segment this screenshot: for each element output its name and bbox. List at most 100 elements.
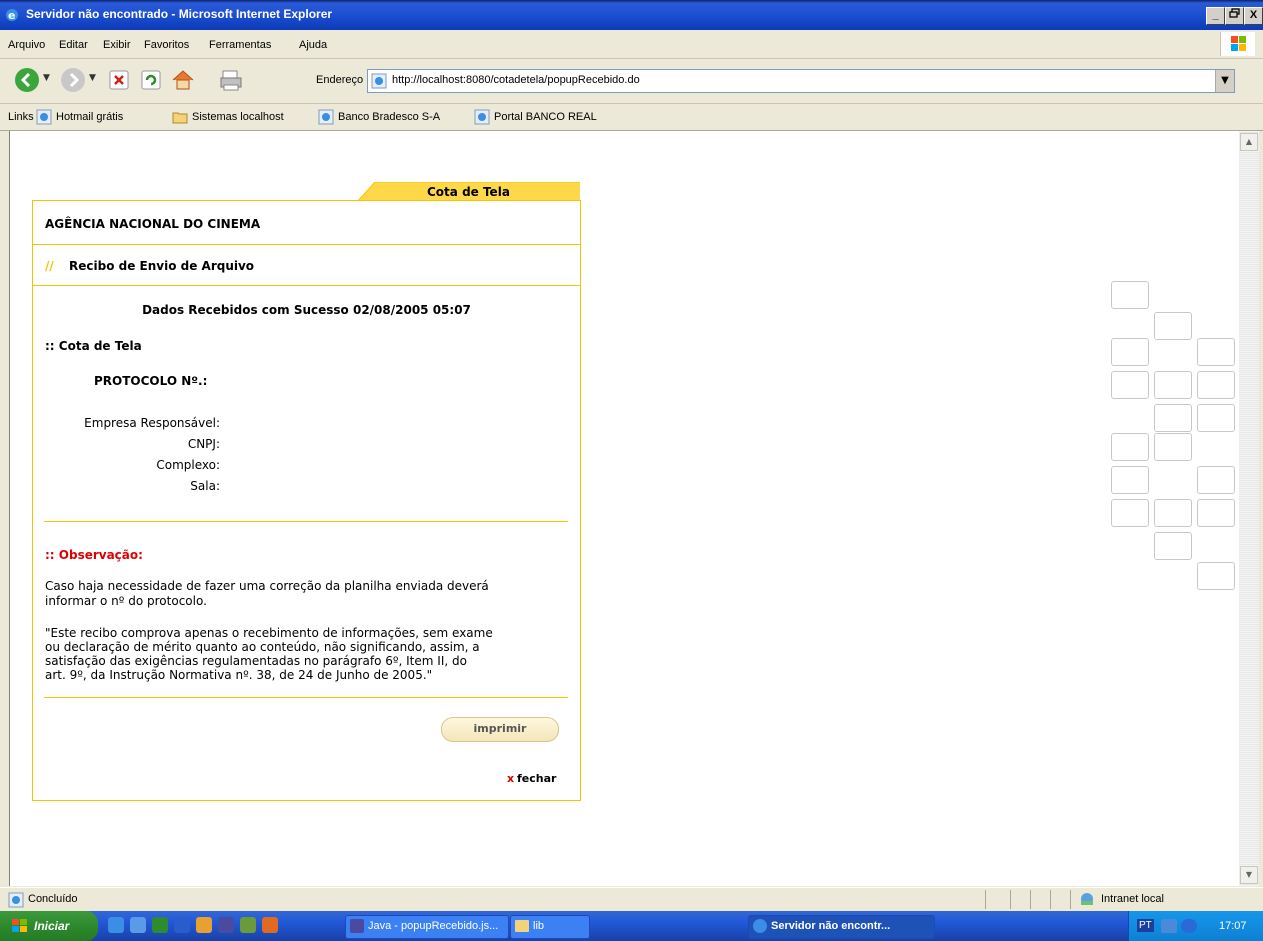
subsection-title: :: Cota de Tela: [45, 339, 142, 353]
intranet-globe-icon: [1081, 893, 1093, 905]
link-banco-bradesco[interactable]: Banco Bradesco S-A: [338, 111, 440, 123]
menu-editar[interactable]: Editar: [59, 39, 88, 51]
deco-square: [1197, 371, 1235, 399]
clock: 17:07: [1219, 920, 1247, 932]
stop-icon[interactable]: [106, 67, 132, 93]
links-label: Links: [8, 111, 34, 123]
menu-arquivo[interactable]: Arquivo: [8, 39, 45, 51]
forward-dropdown-icon[interactable]: ▼: [89, 73, 96, 83]
field-cnpj: CNPJ:: [187, 437, 220, 451]
address-label: Endereço: [316, 74, 364, 86]
link-sistemas-localhost[interactable]: Sistemas localhost: [192, 111, 284, 123]
status-separator: [1010, 890, 1011, 909]
section-slashes: //: [45, 259, 54, 273]
task-label: lib: [533, 920, 545, 932]
menu-ferramentas[interactable]: Ferramentas: [209, 39, 271, 51]
link-portal-banco-real[interactable]: Portal BANCO REAL: [494, 111, 597, 123]
task-lib-folder[interactable]: lib: [510, 915, 590, 939]
menu-exibir[interactable]: Exibir: [103, 39, 131, 51]
restore-icon: [1229, 8, 1240, 18]
quicklaunch-firefox-icon[interactable]: [262, 917, 278, 933]
field-complexo: Complexo:: [156, 458, 220, 472]
back-icon[interactable]: [14, 67, 40, 93]
status-text: Concluído: [28, 893, 78, 905]
observation-title: :: Observação:: [45, 548, 143, 562]
print-button[interactable]: imprimir: [441, 717, 559, 742]
start-button[interactable]: Iniciar: [0, 911, 98, 941]
deco-square: [1197, 499, 1235, 527]
quicklaunch-word-icon[interactable]: [174, 917, 190, 933]
divider: [44, 697, 568, 698]
back-dropdown-icon[interactable]: ▼: [43, 73, 50, 83]
start-label: Iniciar: [34, 919, 70, 933]
deco-square: [1197, 562, 1235, 590]
ie-page-icon: [36, 109, 52, 125]
folder-icon: [515, 920, 529, 932]
deco-square: [1154, 404, 1192, 432]
close-x-icon[interactable]: x: [507, 772, 514, 785]
quicklaunch-eclipse-icon[interactable]: [218, 917, 234, 933]
page-icon: [371, 73, 387, 89]
maximize-button[interactable]: [1225, 7, 1244, 25]
protocol-label: PROTOCOLO Nº.:: [94, 374, 208, 388]
deco-square: [1154, 499, 1192, 527]
scroll-down-icon[interactable]: ▼: [1240, 866, 1258, 884]
scroll-up-icon[interactable]: ▲: [1240, 133, 1258, 151]
home-icon[interactable]: [170, 67, 196, 93]
vertical-scrollbar[interactable]: ▲ ▼: [1239, 131, 1259, 886]
deco-square: [1111, 371, 1149, 399]
menu-ajuda[interactable]: Ajuda: [299, 39, 327, 51]
refresh-icon[interactable]: [138, 67, 164, 93]
address-dropdown-icon[interactable]: ▼: [1215, 70, 1234, 92]
agency-name: AGÊNCIA NACIONAL DO CINEMA: [45, 217, 261, 231]
forward-icon[interactable]: [60, 67, 86, 93]
deco-square: [1197, 466, 1235, 494]
quicklaunch-ie-icon[interactable]: [108, 917, 124, 933]
close-window-button[interactable]: X: [1244, 7, 1263, 25]
section-title: Recibo de Envio de Arquivo: [69, 259, 255, 273]
deco-square: [1197, 404, 1235, 432]
ie-icon: [753, 919, 767, 933]
links-bar: Links Hotmail grátis Sistemas localhost …: [0, 104, 1263, 131]
status-separator: [1070, 890, 1071, 909]
deco-square: [1111, 499, 1149, 527]
receipt-panel: AGÊNCIA NACIONAL DO CINEMA // Recibo de …: [32, 200, 581, 801]
menu-bar: Arquivo Editar Exibir Favoritos Ferramen…: [0, 30, 1263, 59]
print-icon[interactable]: [218, 67, 244, 93]
address-input[interactable]: http://localhost:8080/cotadetela/popupRe…: [392, 74, 640, 86]
field-empresa: Empresa Responsável:: [84, 416, 220, 430]
quicklaunch-icon[interactable]: [240, 917, 256, 933]
status-separator: [1050, 890, 1051, 909]
menu-favoritos[interactable]: Favoritos: [144, 39, 189, 51]
windows-flag-icon: [12, 919, 27, 932]
receipt-tab: Cota de Tela: [357, 182, 580, 202]
page-done-icon: [8, 892, 24, 908]
tab-label: Cota de Tela: [427, 185, 510, 199]
divider: [33, 285, 580, 286]
close-link[interactable]: fechar: [517, 772, 556, 785]
task-java-popuprecebido[interactable]: Java - popupRecebido.js...: [345, 915, 509, 939]
ie-logo-icon: e: [6, 9, 18, 22]
quicklaunch-excel-icon[interactable]: [152, 917, 168, 933]
system-tray: PT 17:07: [1128, 911, 1263, 941]
task-servidor-nao-encontrado[interactable]: Servidor não encontr...: [748, 915, 935, 939]
status-separator: [985, 890, 986, 909]
deco-square: [1154, 312, 1192, 340]
minimize-button[interactable]: _: [1206, 7, 1225, 25]
quicklaunch-icon[interactable]: [130, 917, 146, 933]
address-bar[interactable]: http://localhost:8080/cotadetela/popupRe…: [367, 69, 1235, 93]
title-bar: e Servidor não encontrado - Microsoft In…: [0, 0, 1263, 30]
language-indicator[interactable]: PT: [1137, 919, 1154, 932]
quicklaunch-clock-icon[interactable]: [196, 917, 212, 933]
disclaimer-line-2: ou declaração de mérito quanto ao conteú…: [45, 640, 480, 654]
security-zone: Intranet local: [1101, 893, 1164, 905]
success-message: Dados Recebidos com Sucesso 02/08/2005 0…: [142, 303, 471, 317]
deco-square: [1111, 466, 1149, 494]
deco-square: [1154, 371, 1192, 399]
tray-app-icon[interactable]: [1181, 919, 1197, 933]
task-label: Servidor não encontr...: [771, 920, 891, 932]
deco-square: [1111, 433, 1149, 461]
ie-page-icon: [474, 109, 490, 125]
network-icon[interactable]: [1161, 919, 1177, 933]
link-hotmail[interactable]: Hotmail grátis: [56, 111, 123, 123]
